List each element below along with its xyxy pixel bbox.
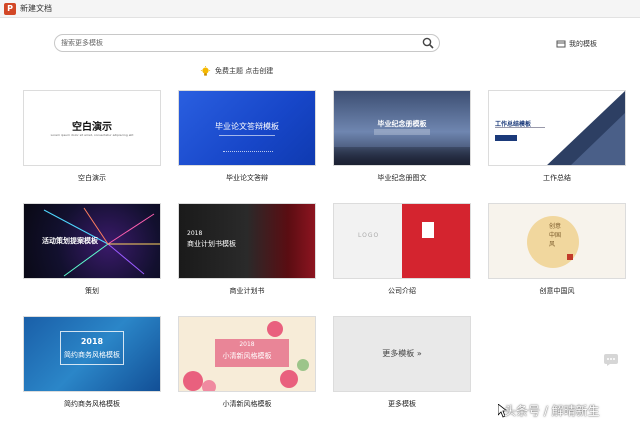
template-thumbnail[interactable]: 活动策划提案模板 (23, 203, 161, 279)
thumb-title: 简约商务风格模板 (64, 351, 120, 359)
window-title: 新建文档 (20, 4, 52, 13)
chat-icon[interactable] (604, 354, 618, 366)
template-thumbnail[interactable]: 更多模板 » (333, 316, 471, 392)
thumb-logo-text: LOGO (358, 232, 380, 239)
template-label: 毕业纪念册图文 (377, 174, 427, 182)
template-card-company[interactable]: LOGO 公司介绍 (333, 203, 471, 295)
app-logo-icon: P (4, 3, 16, 15)
thumb-underline (495, 127, 545, 128)
template-card-chinese-style[interactable]: 创意中国风 创意中国风 (488, 203, 626, 295)
search-icon[interactable] (422, 37, 434, 49)
thumb-title: 毕业论文答辩模板 (215, 122, 279, 131)
template-label: 商业计划书 (229, 287, 265, 295)
template-thumbnail[interactable]: 2018 商业计划书模板 (178, 203, 316, 279)
thumb-title: 小清新风格模板 (222, 352, 272, 360)
template-card-graduation[interactable]: 毕业纪念册模板 毕业纪念册图文 (333, 90, 471, 182)
template-thumbnail[interactable]: 工作总结模板 (488, 90, 626, 166)
template-label: 空白演示 (78, 174, 106, 182)
template-label: 策划 (85, 287, 99, 295)
watermark: 头条号 / 解晴新生 (504, 404, 600, 418)
thumb-red-panel (402, 204, 470, 278)
thumb-b-mark (422, 222, 434, 238)
thumb-title: 空白演示 (72, 122, 112, 133)
template-thumbnail[interactable]: 2018 小清新风格模板 (178, 316, 316, 392)
thumb-title: 活动策划提案模板 (42, 237, 98, 245)
search-box[interactable] (54, 34, 440, 52)
template-label: 小清新风格模板 (222, 400, 272, 408)
thumb-title: 更多模板 » (382, 349, 422, 358)
template-label: 更多模板 (388, 400, 416, 408)
thumb-year: 2018 (239, 341, 255, 348)
thumb-year: 2018 (187, 230, 203, 237)
template-card-business-plan[interactable]: 2018 商业计划书模板 商业计划书 (178, 203, 316, 295)
template-card-thesis[interactable]: 毕业论文答辩模板 毕业论文答辩 (178, 90, 316, 182)
search-input[interactable] (61, 36, 411, 50)
thumb-title: 毕业纪念册模板 (377, 120, 427, 128)
my-templates-label: 我的模板 (569, 40, 597, 48)
thumb-button (495, 135, 517, 141)
thumb-dots (223, 151, 273, 153)
template-label: 工作总结 (543, 174, 571, 182)
thumb-seal (567, 254, 573, 260)
template-thumbnail[interactable]: 毕业纪念册模板 (333, 90, 471, 166)
thumb-subtitle: Lorem ipsum dolor sit amet, consectetur … (50, 133, 134, 137)
template-thumbnail[interactable]: 2018 简约商务风格模板 (23, 316, 161, 392)
thumb-crowd (334, 147, 470, 165)
lightbulb-icon (200, 65, 211, 76)
my-templates-link[interactable]: 我的模板 (556, 38, 597, 50)
thumb-year: 2018 (80, 337, 104, 346)
template-card-fresh-style[interactable]: 2018 小清新风格模板 小清新风格模板 (178, 316, 316, 408)
template-thumbnail[interactable]: LOGO (333, 203, 471, 279)
template-card-planning[interactable]: 活动策划提案模板 策划 (23, 203, 161, 295)
thumb-title: 商业计划书模板 (187, 240, 236, 248)
template-thumbnail[interactable]: 毕业论文答辩模板 (178, 90, 316, 166)
title-bar: P 新建文档 (0, 0, 640, 18)
template-label: 创意中国风 (539, 287, 575, 295)
template-label: 公司介绍 (388, 287, 416, 295)
template-thumbnail[interactable]: 空白演示 Lorem ipsum dolor sit amet, consect… (23, 90, 161, 166)
template-card-more[interactable]: 更多模板 » 更多模板 (333, 316, 471, 408)
free-theme-link[interactable]: 免费主题 点击创建 (200, 65, 273, 77)
my-templates-icon (556, 40, 566, 48)
template-card-blank[interactable]: 空白演示 Lorem ipsum dolor sit amet, consect… (23, 90, 161, 182)
free-theme-label: 免费主题 点击创建 (215, 67, 274, 75)
thumb-divider (219, 135, 275, 136)
template-label: 毕业论文答辩 (226, 174, 268, 182)
thumb-building-image (547, 91, 625, 165)
template-label: 简约商务风格模板 (64, 400, 120, 408)
template-card-work-summary[interactable]: 工作总结模板 工作总结 (488, 90, 626, 182)
template-thumbnail[interactable]: 创意中国风 (488, 203, 626, 279)
thumb-bar (374, 129, 430, 135)
template-card-simple-business[interactable]: 2018 简约商务风格模板 简约商务风格模板 (23, 316, 161, 408)
thumb-title: 创意中国风 (549, 223, 562, 248)
